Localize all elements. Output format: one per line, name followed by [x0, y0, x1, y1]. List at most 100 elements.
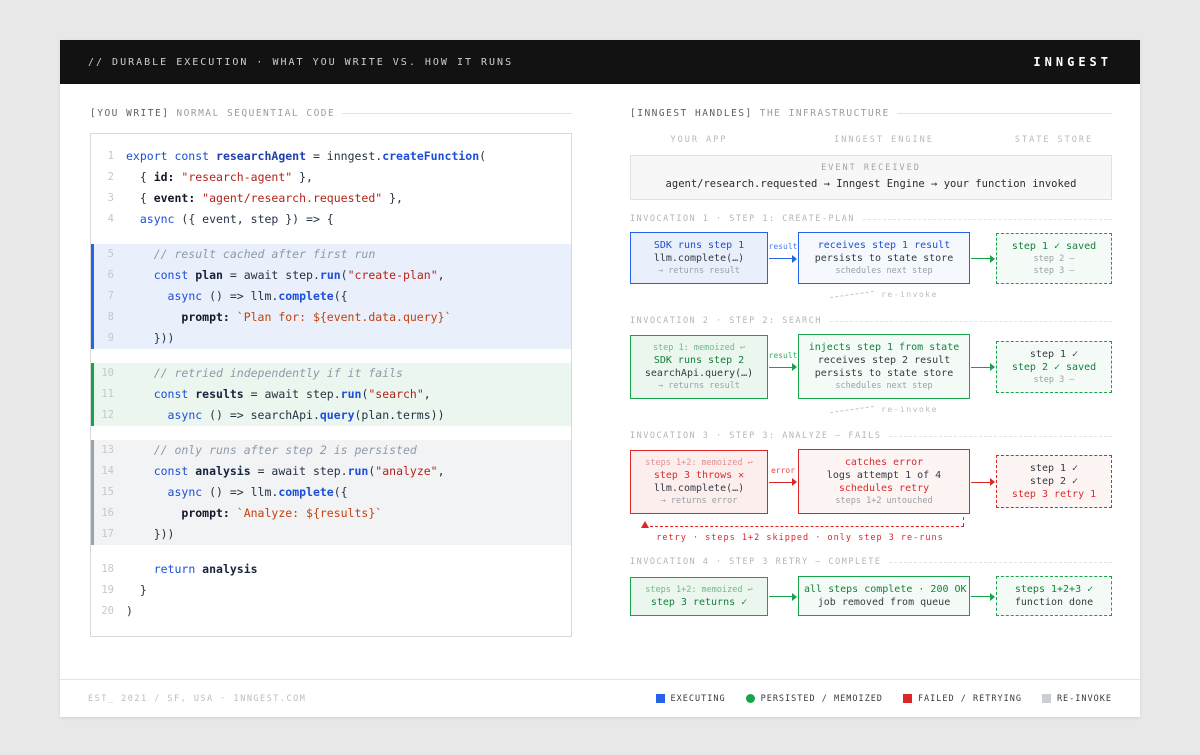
code-text: })): [126, 328, 174, 349]
code-spacer: [91, 426, 571, 440]
line-number: 9: [94, 328, 126, 349]
code-lines: 1export const researchAgent = inngest.cr…: [91, 146, 571, 622]
box-line: logs attempt 1 of 4: [804, 470, 964, 481]
code-line: 6 const plan = await step.run("create-pl…: [91, 265, 571, 286]
flow-arrow: [970, 461, 996, 503]
column-header-state-store: STATE STORE: [996, 135, 1112, 145]
box-line: schedules next step: [804, 266, 964, 276]
code-text: { event: "agent/research.requested" },: [126, 188, 403, 209]
content: [YOU WRITE] NORMAL SEQUENTIAL CODE 1expo…: [60, 84, 1140, 679]
box-line: persists to state store: [804, 253, 964, 264]
infra-panel-heading: [INNGEST HANDLES] THE INFRASTRUCTURE: [630, 108, 1112, 119]
legend-swatch: [1042, 694, 1051, 703]
reinvoke-dashed-line: [830, 291, 874, 298]
box-line: receives step 2 result: [804, 355, 964, 366]
code-text: // only runs after step 2 is persisted: [126, 440, 417, 461]
box-line: step 1 ✓: [1002, 463, 1106, 474]
code-text: async () => llm.complete({: [126, 482, 348, 503]
code-panel-heading: [YOU WRITE] NORMAL SEQUENTIAL CODE: [90, 108, 572, 119]
box-line: steps 1+2+3 ✓: [1002, 584, 1106, 595]
code-line: 14 const analysis = await step.run("anal…: [91, 461, 571, 482]
code-line: 20): [91, 601, 571, 622]
store-box: step 1 ✓step 2 ✓step 3 retry 1: [996, 455, 1112, 508]
engine-box: catches error logs attempt 1 of 4 schedule…: [798, 449, 970, 514]
box-line: → returns result: [636, 381, 762, 391]
box-line: persists to state store: [804, 368, 964, 379]
flow-arrow: result: [768, 237, 798, 279]
reinvoke-connector: re-invoke: [630, 402, 1112, 417]
store-box: steps 1+2+3 ✓function done: [996, 576, 1112, 616]
box-line: llm.complete(…): [636, 253, 762, 264]
arrow-label: error: [760, 466, 806, 475]
box-line: steps 1+2 untouched: [804, 496, 964, 506]
arrow-label: result: [760, 351, 806, 360]
legend-label: FAILED / RETRYING: [918, 694, 1022, 704]
invocation-row: steps 1+2: memoized ↩step 3 throws ✕llm.…: [630, 449, 1112, 514]
code-text: // result cached after first run: [126, 244, 375, 265]
box-line: step 3 returns ✓: [636, 597, 762, 608]
code-line: 2 { id: "research-agent" },: [91, 167, 571, 188]
code-text: })): [126, 524, 174, 545]
box-line: → returns error: [636, 496, 762, 506]
line-number: 5: [94, 244, 126, 265]
invocation-row: SDK runs step 1llm.complete(…)→ returns …: [630, 232, 1112, 284]
box-line: steps 1+2: memoized ↩: [636, 585, 762, 595]
code-text: async () => llm.complete({: [126, 286, 348, 307]
code-text: async ({ event, step }) => {: [126, 209, 334, 230]
code-text: const analysis = await step.run("analyze…: [126, 461, 445, 482]
infra-panel: [INNGEST HANDLES] THE INFRASTRUCTURE YOU…: [630, 108, 1112, 679]
line-number: 11: [94, 384, 126, 405]
engine-box: all steps complete · 200 OKjob removed f…: [798, 576, 970, 616]
app-box: step 1: memoized ↩SDK runs step 2searchA…: [630, 335, 768, 399]
code-spacer: [91, 545, 571, 559]
box-line: step 3 –: [1002, 375, 1106, 385]
line-number: 19: [94, 580, 126, 601]
invocation-label: INVOCATION 2 · STEP 2: SEARCH: [630, 316, 1112, 326]
code-text: ): [126, 601, 133, 622]
legend-swatch: [903, 694, 912, 703]
box-line: injects step 1 from state: [804, 342, 964, 353]
top-bar-title: // DURABLE EXECUTION · WHAT YOU WRITE VS…: [88, 57, 513, 68]
code-line: 19 }: [91, 580, 571, 601]
code-line: 8 prompt: `Plan for: ${event.data.query}…: [91, 307, 571, 328]
reinvoke-label: re-invoke: [881, 290, 938, 299]
flow-arrow: [768, 575, 798, 617]
line-number: 12: [94, 405, 126, 426]
code-panel-title: NORMAL SEQUENTIAL CODE: [176, 108, 335, 119]
code-text: const plan = await step.run("create-plan…: [126, 265, 445, 286]
box-line: catches error: [804, 457, 964, 468]
code-line: 15 async () => llm.complete({: [91, 482, 571, 503]
invocation-label: INVOCATION 4 · STEP 3 RETRY — COMPLETE: [630, 557, 1112, 567]
box-line: schedules retry: [804, 483, 964, 494]
line-number: 7: [94, 286, 126, 307]
line-number: 8: [94, 307, 126, 328]
code-line: 4 async ({ event, step }) => {: [91, 209, 571, 230]
app-box: SDK runs step 1llm.complete(…)→ returns …: [630, 232, 768, 284]
box-line: SDK runs step 2: [636, 355, 762, 366]
legend-label: PERSISTED / MEMOIZED: [761, 694, 883, 704]
invocations: INVOCATION 1 · STEP 1: CREATE-PLANSDK ru…: [630, 214, 1112, 617]
line-number: 15: [94, 482, 126, 503]
event-box-text: agent/research.requested → Inngest Engin…: [639, 178, 1103, 190]
reinvoke-label: re-invoke: [881, 405, 938, 414]
line-number: 14: [94, 461, 126, 482]
line-number: 17: [94, 524, 126, 545]
invocation-row: step 1: memoized ↩SDK runs step 2searchA…: [630, 334, 1112, 399]
line-number: 13: [94, 440, 126, 461]
code-line: 7 async () => llm.complete({: [91, 286, 571, 307]
flow-arrow: [970, 346, 996, 388]
code-line: 16 prompt: `Analyze: ${results}`: [91, 503, 571, 524]
legend-label: RE-INVOKE: [1057, 694, 1112, 704]
code-panel: [YOU WRITE] NORMAL SEQUENTIAL CODE 1expo…: [90, 108, 572, 679]
arrow-label: result: [760, 242, 806, 251]
heading-rule: [342, 113, 572, 114]
legend-item: RE-INVOKE: [1042, 694, 1112, 704]
retry-connector: retry · steps 1+2 skipped · only step 3 …: [630, 520, 1112, 543]
top-bar: // DURABLE EXECUTION · WHAT YOU WRITE VS…: [60, 40, 1140, 84]
store-box: step 1 ✓step 2 ✓ savedstep 3 –: [996, 341, 1112, 393]
legend-swatch: [656, 694, 665, 703]
line-number: 18: [94, 559, 126, 580]
box-line: step 3 retry 1: [1002, 489, 1106, 500]
legend-swatch: [746, 694, 755, 703]
code-text: prompt: `Plan for: ${event.data.query}`: [126, 307, 451, 328]
